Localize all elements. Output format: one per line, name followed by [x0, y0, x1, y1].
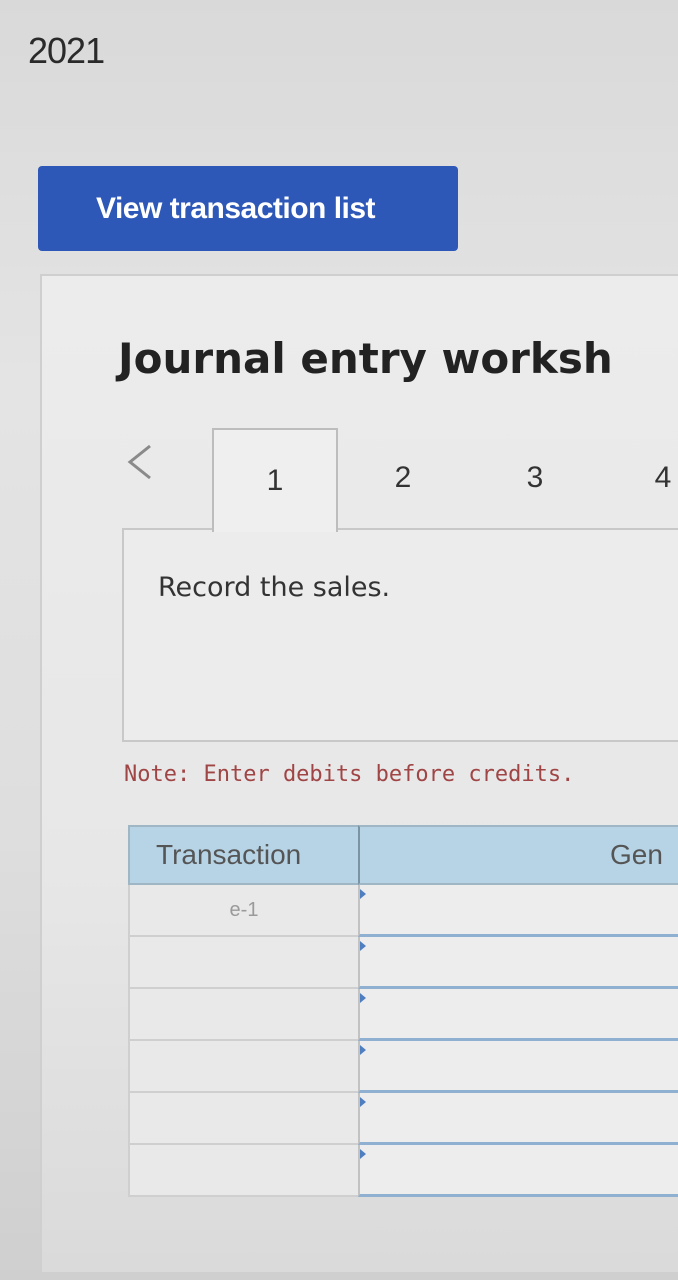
prompt-box	[122, 528, 678, 742]
tab-label: 1	[266, 464, 284, 497]
general-journal-input[interactable]	[358, 1041, 678, 1093]
transaction-cell	[128, 1145, 358, 1197]
note-text: Note: Enter debits before credits.	[124, 762, 575, 787]
column-header-transaction: Transaction	[128, 825, 360, 885]
transaction-cell	[128, 1093, 358, 1145]
tab-label: 2	[394, 461, 412, 494]
view-transaction-list-button[interactable]: View transaction list	[38, 166, 458, 251]
column-header-general-journal: Gen	[358, 825, 678, 885]
tab-2[interactable]: 2	[340, 428, 466, 528]
transaction-cell	[128, 937, 358, 989]
tab-label: 3	[526, 461, 544, 494]
year-label: 2021	[28, 30, 105, 71]
tab-1[interactable]: 1	[212, 428, 338, 532]
general-journal-input[interactable]	[358, 1145, 678, 1197]
chevron-left-icon[interactable]	[122, 442, 162, 482]
column-header-label: Gen	[610, 839, 663, 870]
transaction-cell: e-1	[128, 885, 358, 937]
general-journal-input[interactable]	[358, 989, 678, 1041]
column-header-label: Transaction	[156, 839, 302, 870]
general-journal-input[interactable]	[358, 885, 678, 937]
tab-3[interactable]: 3	[472, 428, 598, 528]
tab-4[interactable]: 4	[600, 428, 678, 528]
transaction-cell	[128, 989, 358, 1041]
worksheet-title: Journal entry worksh	[118, 334, 613, 383]
transaction-cell	[128, 1041, 358, 1093]
general-journal-input[interactable]	[358, 937, 678, 989]
tab-label: 4	[654, 461, 672, 494]
general-journal-input[interactable]	[358, 1093, 678, 1145]
prompt-text: Record the sales.	[158, 572, 391, 603]
